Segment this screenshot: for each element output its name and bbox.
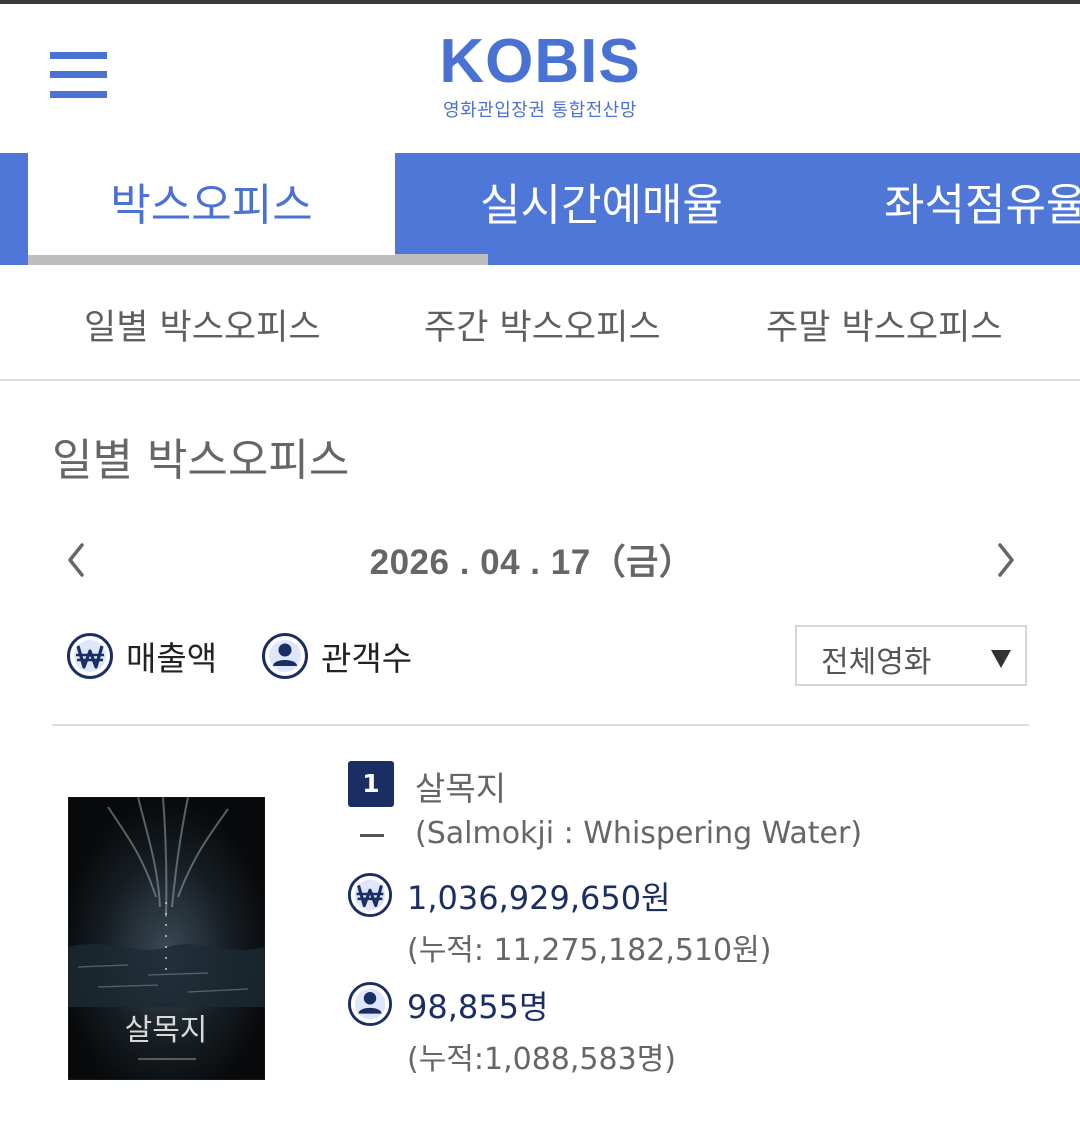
movie-type-select[interactable]: 전체영화 <box>795 625 1027 686</box>
poster-title: 살목지 <box>125 1013 208 1048</box>
next-date-button[interactable] <box>986 540 1026 580</box>
won-icon <box>347 872 393 918</box>
rank-change <box>360 834 384 837</box>
current-date: 2026 . 04 . 17（금） <box>369 543 695 582</box>
sales-label: 매출액 <box>126 639 218 678</box>
tab-realtime-reservation[interactable]: 실시간예매율 <box>480 153 723 265</box>
cumulative-sales: (누적: 11,275,182,510원) <box>407 933 772 968</box>
audience-sort-button[interactable]: 관객수 <box>261 630 412 682</box>
tab-scroll-indicator <box>395 254 488 265</box>
poster-image: 살목지 <box>68 797 265 1080</box>
won-icon <box>67 633 113 679</box>
subtab-weekend[interactable]: 주말 박스오피스 <box>766 299 1003 350</box>
dropdown-arrow-icon <box>991 650 1011 668</box>
rank-badge: 1 <box>348 761 394 807</box>
logo-subtitle: 영화관입장권 통합전산망 <box>443 100 637 121</box>
select-value: 전체영화 <box>821 645 932 680</box>
daily-sales: 1,036,929,650원 <box>407 879 671 917</box>
cumulative-audience: (누적:1,088,583명) <box>407 1042 676 1077</box>
person-icon <box>347 981 393 1027</box>
main-tab-bar: 박스오피스 실시간예매율 좌석점유율 <box>0 153 1080 265</box>
logo-text: KOBIS <box>439 27 641 96</box>
daily-audience: 98,855명 <box>407 988 549 1026</box>
chevron-right-icon <box>998 543 1014 577</box>
top-border <box>0 0 1080 4</box>
sales-sort-button[interactable]: 매출액 <box>66 630 217 682</box>
person-icon <box>262 633 308 679</box>
subtab-weekly[interactable]: 주간 박스오피스 <box>424 299 661 350</box>
page-title: 일별 박스오피스 <box>52 435 350 486</box>
tab-box-office[interactable]: 박스오피스 <box>28 153 395 265</box>
movie-poster[interactable]: 살목지 <box>68 797 265 1080</box>
tab-seat-occupancy[interactable]: 좌석점유율 <box>884 153 1080 265</box>
sub-tab-bar: 일별 박스오피스 주간 박스오피스 주말 박스오피스 <box>0 265 1080 381</box>
kobis-logo[interactable]: KOBIS 영화관입장권 통합전산망 <box>0 30 1080 122</box>
movie-title[interactable]: 살목지 <box>415 762 506 810</box>
subtab-daily[interactable]: 일별 박스오피스 <box>84 299 321 350</box>
divider <box>52 724 1029 726</box>
movie-title-english: (Salmokji : Whispering Water) <box>415 816 863 851</box>
audience-label: 관객수 <box>321 639 413 678</box>
